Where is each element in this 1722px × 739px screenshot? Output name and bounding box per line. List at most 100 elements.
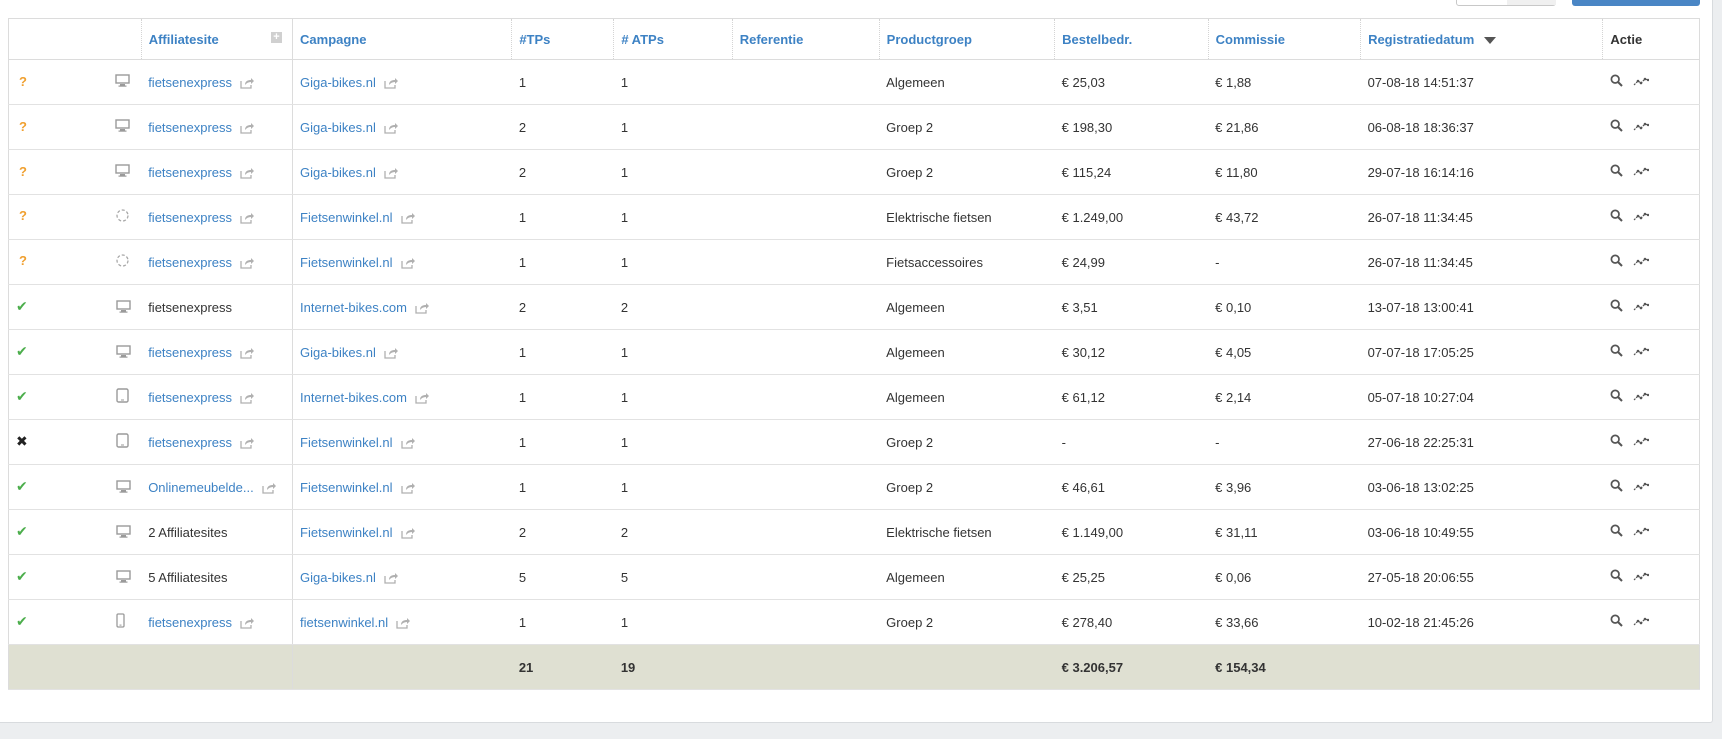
campagne-link[interactable]: Giga-bikes.nl	[300, 75, 376, 90]
trend-icon[interactable]	[1633, 480, 1650, 495]
campagne-link[interactable]: Fietsenwinkel.nl	[300, 525, 393, 540]
external-link-icon[interactable]	[400, 257, 416, 269]
status-device-cell: ?	[8, 59, 142, 105]
external-link-icon[interactable]	[240, 212, 255, 224]
trend-icon[interactable]	[1633, 210, 1650, 225]
header-atps[interactable]: # ATPs	[613, 18, 733, 60]
affiliatesite-link[interactable]: fietsenexpress	[148, 120, 232, 135]
commissie-cell: € 31,11	[1208, 509, 1361, 555]
affiliatesite-link[interactable]: fietsenexpress	[148, 255, 232, 270]
campagne-link[interactable]: fietsenwinkel.nl	[300, 615, 388, 630]
actie-cell	[1602, 374, 1700, 420]
affiliatesite-link[interactable]: fietsenexpress	[148, 615, 232, 630]
search-icon[interactable]	[1610, 119, 1623, 135]
campagne-cell: Giga-bikes.nl	[292, 149, 512, 195]
external-link-icon[interactable]	[400, 437, 416, 449]
header-registratiedatum[interactable]: Registratiedatum	[1360, 18, 1603, 60]
header-campagne[interactable]: Campagne	[292, 18, 512, 60]
registratiedatum-cell: 26-07-18 11:34:45	[1360, 194, 1603, 240]
external-link-icon[interactable]	[384, 122, 399, 134]
campagne-link[interactable]: Giga-bikes.nl	[300, 570, 376, 585]
trend-icon[interactable]	[1633, 390, 1650, 405]
campagne-cell: Fietsenwinkel.nl	[292, 509, 512, 555]
campagne-link[interactable]: Fietsenwinkel.nl	[300, 435, 393, 450]
trend-icon[interactable]	[1633, 570, 1650, 585]
trend-icon[interactable]	[1633, 435, 1650, 450]
external-link-icon[interactable]	[240, 77, 255, 89]
external-link-icon[interactable]	[415, 302, 430, 314]
header-affiliatesite[interactable]: Affiliatesite +	[140, 18, 294, 60]
header-bestelbedr[interactable]: Bestelbedr.	[1054, 18, 1209, 60]
external-link-icon[interactable]	[396, 617, 411, 629]
trend-icon[interactable]	[1633, 525, 1650, 540]
affiliatesite-link[interactable]: fietsenexpress	[148, 210, 232, 225]
referentie-cell	[732, 194, 880, 240]
primary-action-button[interactable]	[1572, 0, 1700, 6]
search-icon[interactable]	[1610, 74, 1623, 90]
trend-icon[interactable]	[1633, 75, 1650, 90]
campagne-link[interactable]: Internet-bikes.com	[300, 300, 407, 315]
trend-icon[interactable]	[1633, 345, 1650, 360]
external-link-icon[interactable]	[262, 482, 277, 494]
trend-icon[interactable]	[1633, 255, 1650, 270]
search-icon[interactable]	[1610, 524, 1623, 540]
affiliatesite-link[interactable]: Onlinemeubelde...	[148, 480, 254, 495]
header-commissie[interactable]: Commissie	[1207, 18, 1361, 60]
header-productgroep[interactable]: Productgroep	[878, 18, 1055, 60]
external-link-icon[interactable]	[384, 77, 399, 89]
external-link-icon[interactable]	[400, 212, 416, 224]
header-referentie[interactable]: Referentie	[731, 18, 880, 60]
search-icon[interactable]	[1610, 569, 1623, 585]
trend-icon[interactable]	[1633, 300, 1650, 315]
trend-icon[interactable]	[1633, 615, 1650, 630]
productgroep-cell: Fietsaccessoires	[879, 239, 1055, 285]
external-link-icon[interactable]	[400, 527, 416, 539]
affiliatesite-link[interactable]: fietsenexpress	[148, 165, 232, 180]
search-icon[interactable]	[1610, 479, 1623, 495]
commissie-cell: € 2,14	[1208, 374, 1361, 420]
affiliatesite-link[interactable]: fietsenexpress	[148, 75, 232, 90]
external-link-icon[interactable]	[240, 437, 255, 449]
status-device-cell: ?	[8, 239, 142, 285]
affiliatesite-link[interactable]: fietsenexpress	[148, 345, 232, 360]
column-toggle-icon[interactable]: +	[271, 32, 283, 43]
search-icon[interactable]	[1610, 614, 1623, 630]
affiliatesite-link[interactable]: fietsenexpress	[148, 435, 232, 450]
actie-cell	[1602, 464, 1700, 510]
external-link-icon[interactable]	[240, 257, 255, 269]
search-icon[interactable]	[1610, 254, 1623, 270]
external-link-icon[interactable]	[384, 347, 399, 359]
search-icon[interactable]	[1610, 164, 1623, 180]
campagne-link[interactable]: Fietsenwinkel.nl	[300, 210, 393, 225]
affiliatesite-link[interactable]: fietsenexpress	[148, 390, 232, 405]
campagne-link[interactable]: Internet-bikes.com	[300, 390, 407, 405]
external-link-icon[interactable]	[384, 572, 399, 584]
campagne-link[interactable]: Giga-bikes.nl	[300, 345, 376, 360]
external-link-icon[interactable]	[240, 392, 255, 404]
external-link-icon[interactable]	[400, 482, 416, 494]
campagne-link[interactable]: Fietsenwinkel.nl	[300, 255, 393, 270]
search-icon[interactable]	[1610, 299, 1623, 315]
external-link-icon[interactable]	[240, 122, 255, 134]
bestelbedr-cell: € 25,03	[1054, 59, 1209, 105]
view-toggle-button[interactable]	[1456, 0, 1556, 6]
question-icon: ?	[19, 253, 27, 269]
total-atps: 19	[613, 644, 733, 690]
search-icon[interactable]	[1610, 434, 1623, 450]
campagne-link[interactable]: Giga-bikes.nl	[300, 120, 376, 135]
trend-icon[interactable]	[1633, 120, 1650, 135]
campagne-link[interactable]: Giga-bikes.nl	[300, 165, 376, 180]
external-link-icon[interactable]	[240, 617, 255, 629]
registratiedatum-cell: 26-07-18 11:34:45	[1360, 239, 1603, 285]
external-link-icon[interactable]	[384, 167, 399, 179]
header-tps[interactable]: #TPs	[511, 18, 614, 60]
search-icon[interactable]	[1610, 209, 1623, 225]
external-link-icon[interactable]	[415, 392, 430, 404]
trend-icon[interactable]	[1633, 165, 1650, 180]
search-icon[interactable]	[1610, 389, 1623, 405]
campagne-link[interactable]: Fietsenwinkel.nl	[300, 480, 393, 495]
search-icon[interactable]	[1610, 344, 1623, 360]
actie-cell	[1602, 194, 1700, 240]
external-link-icon[interactable]	[240, 347, 255, 359]
external-link-icon[interactable]	[240, 167, 255, 179]
